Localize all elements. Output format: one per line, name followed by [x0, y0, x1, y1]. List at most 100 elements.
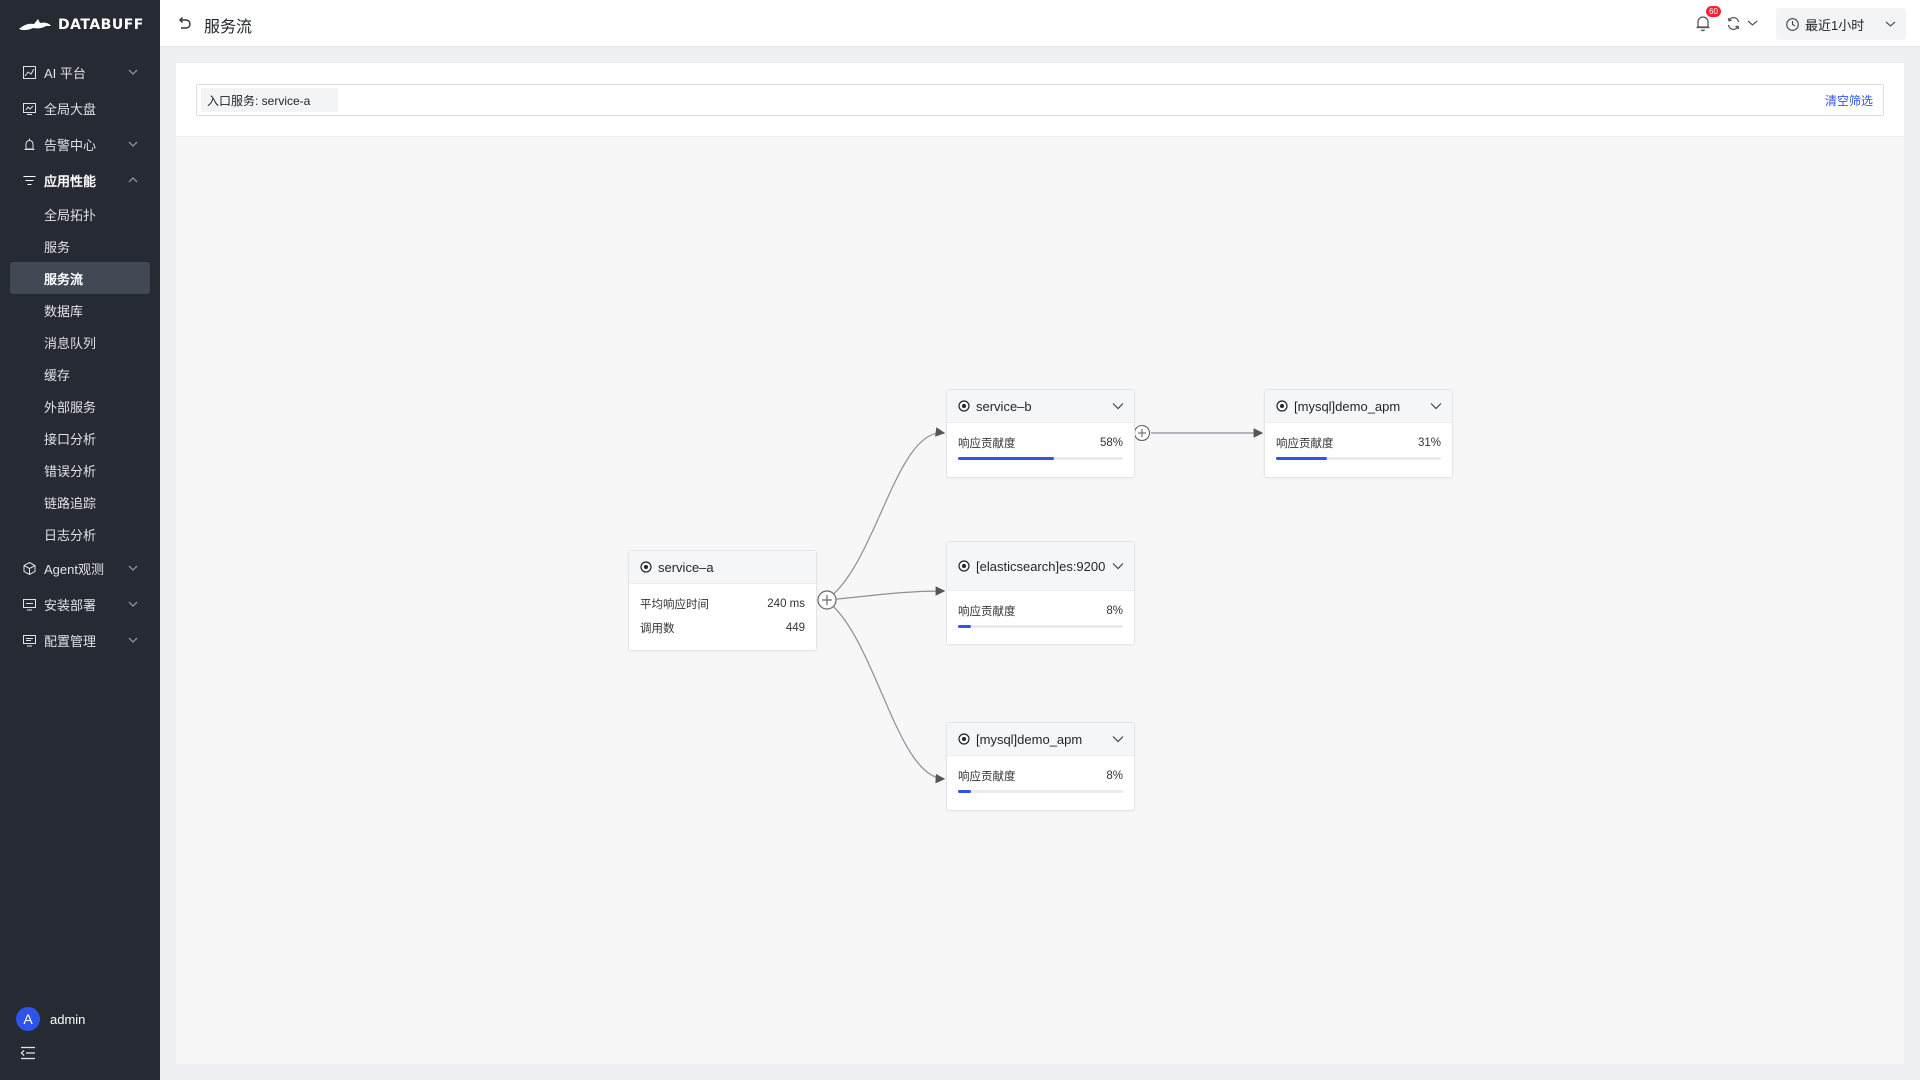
chevron-down-icon[interactable] [1112, 402, 1124, 410]
service-flow-graph: service–a 平均响应时间 240 ms 调用数 449 service–… [176, 137, 1904, 1064]
sidebar-subitem-external-service[interactable]: 外部服务 [10, 390, 150, 422]
cube-icon [22, 561, 36, 575]
chevron-down-icon [128, 565, 138, 571]
chevron-down-icon [1885, 21, 1896, 27]
time-range-label: 最近1小时 [1805, 17, 1865, 33]
expand-node-a-icon[interactable] [817, 590, 837, 610]
node-header: [mysql]demo_apm [947, 723, 1134, 756]
expand-node-b-icon[interactable] [1133, 424, 1151, 442]
refresh-control[interactable] [1726, 14, 1766, 32]
chevron-down-icon[interactable] [1112, 735, 1124, 743]
metric-value: 8% [1106, 605, 1123, 617]
notification-badge: 60 [1706, 6, 1721, 17]
node-elasticsearch[interactable]: [elasticsearch]es:9200 响应贡献度 8% [946, 541, 1135, 645]
chevron-down-icon[interactable] [1430, 402, 1442, 410]
settings-monitor-icon [22, 633, 36, 647]
sidebar-item-label: 全局大盘 [44, 101, 97, 117]
contribution-bar-fill [958, 625, 972, 628]
metric-row: 响应贡献度 8% [958, 599, 1123, 623]
node-body: 响应贡献度 58% [947, 423, 1134, 468]
target-icon [958, 400, 970, 412]
main-panel: 入口服务: service-a 清空筛选 service–a 平均响应时间 24… [176, 63, 1904, 1064]
clock-icon [1786, 17, 1799, 31]
sidebar-menu: AI 平台 全局大盘 告警中心 应用性能 全局拓扑 服务 服务流 数据库 消息队… [0, 54, 160, 658]
sidebar-subitem-global-topology[interactable]: 全局拓扑 [10, 198, 150, 230]
time-range-picker[interactable]: 最近1小时 [1776, 8, 1906, 40]
sidebar-item-label: AI 平台 [44, 65, 86, 81]
logo-text: DATABUFF [58, 17, 144, 33]
node-body: 响应贡献度 31% [1265, 423, 1452, 468]
sidebar-item-agent[interactable]: Agent观测 [0, 550, 160, 586]
metric-row: 响应贡献度 8% [958, 764, 1123, 788]
metric-value: 449 [785, 622, 805, 634]
node-header: [elasticsearch]es:9200 [947, 542, 1134, 591]
sidebar-item-label: 安装部署 [44, 597, 97, 613]
sidebar-item-config[interactable]: 配置管理 [0, 622, 160, 658]
metric-label: 响应贡献度 [958, 771, 1016, 783]
sidebar-subitem-message-queue[interactable]: 消息队列 [10, 326, 150, 358]
collapse-sidebar-icon[interactable] [20, 1046, 36, 1060]
sidebar-item-install[interactable]: 安装部署 [0, 586, 160, 622]
sidebar-item-label: 告警中心 [44, 137, 97, 153]
sidebar-item-label: Agent观测 [44, 561, 104, 577]
metric-value: 31% [1417, 437, 1441, 449]
back-icon[interactable] [176, 15, 192, 31]
sidebar-subitem-log-analysis[interactable]: 日志分析 [10, 518, 150, 550]
monitor-icon [22, 597, 36, 611]
node-service-a[interactable]: service–a 平均响应时间 240 ms 调用数 449 [628, 550, 817, 651]
edge-a-to-mysql [825, 599, 946, 784]
sidebar-subitem-database[interactable]: 数据库 [10, 294, 150, 326]
chevron-down-icon [128, 69, 138, 75]
sidebar-item-ai-platform[interactable]: AI 平台 [0, 54, 160, 90]
metric-row: 调用数 449 [640, 616, 805, 640]
metric-row: 响应贡献度 58% [958, 431, 1123, 455]
chart-line-icon [22, 65, 36, 79]
logo[interactable]: DATABUFF [18, 14, 144, 36]
alarm-icon [22, 137, 36, 151]
metric-label: 响应贡献度 [1276, 438, 1334, 450]
sidebar-subitem-cache[interactable]: 缓存 [10, 358, 150, 390]
target-icon [640, 561, 652, 573]
chevron-down-icon [128, 141, 138, 147]
metric-label: 平均响应时间 [640, 599, 709, 611]
refresh-icon [1727, 16, 1740, 30]
chevron-down-icon [128, 601, 138, 607]
filter-input[interactable]: 入口服务: service-a 清空筛选 [196, 84, 1884, 116]
filter-tag[interactable]: 入口服务: service-a [201, 88, 339, 112]
node-service-b[interactable]: service–b 响应贡献度 58% [946, 389, 1135, 478]
metric-label: 响应贡献度 [958, 438, 1016, 450]
node-mysql-demo-apm-downstream[interactable]: [mysql]demo_apm 响应贡献度 31% [1264, 389, 1453, 478]
sidebar-item-alarm-center[interactable]: 告警中心 [0, 126, 160, 162]
clear-filter-button[interactable]: 清空筛选 [1825, 92, 1873, 109]
page-title: 服务流 [204, 19, 253, 36]
chevron-up-icon [128, 177, 138, 183]
target-icon [958, 560, 970, 572]
node-body: 平均响应时间 240 ms 调用数 449 [629, 584, 816, 648]
contribution-bar [958, 457, 1123, 460]
contribution-bar [958, 625, 1123, 628]
sidebar-item-apm[interactable]: 应用性能 [0, 162, 160, 198]
contribution-bar-fill [958, 457, 1054, 460]
sidebar-item-label: 配置管理 [44, 633, 97, 649]
sidebar-subitem-trace[interactable]: 链路追踪 [10, 486, 150, 518]
node-mysql-demo-apm[interactable]: [mysql]demo_apm 响应贡献度 8% [946, 722, 1135, 811]
sidebar-subitem-api-analysis[interactable]: 接口分析 [10, 422, 150, 454]
user-profile[interactable]: A admin [16, 1007, 85, 1031]
node-title: [mysql]demo_apm [976, 731, 1083, 747]
chevron-down-icon[interactable] [1112, 562, 1124, 570]
node-body: 响应贡献度 8% [947, 591, 1134, 636]
sidebar-subitem-error-analysis[interactable]: 错误分析 [10, 454, 150, 486]
node-body: 响应贡献度 8% [947, 756, 1134, 801]
sidebar-item-label: 应用性能 [44, 173, 97, 189]
filter-lines-icon [22, 173, 36, 187]
sidebar-subitem-service[interactable]: 服务 [10, 230, 150, 262]
sidebar-subitem-service-flow[interactable]: 服务流 [10, 262, 150, 294]
metric-row: 平均响应时间 240 ms [640, 592, 805, 616]
node-header: service–b [947, 390, 1134, 423]
target-icon [958, 733, 970, 745]
sidebar-item-global-dashboard[interactable]: 全局大盘 [0, 90, 160, 126]
username: admin [50, 1011, 86, 1027]
contribution-bar [958, 790, 1123, 793]
metric-value: 8% [1106, 770, 1123, 782]
metric-label: 响应贡献度 [958, 606, 1016, 618]
